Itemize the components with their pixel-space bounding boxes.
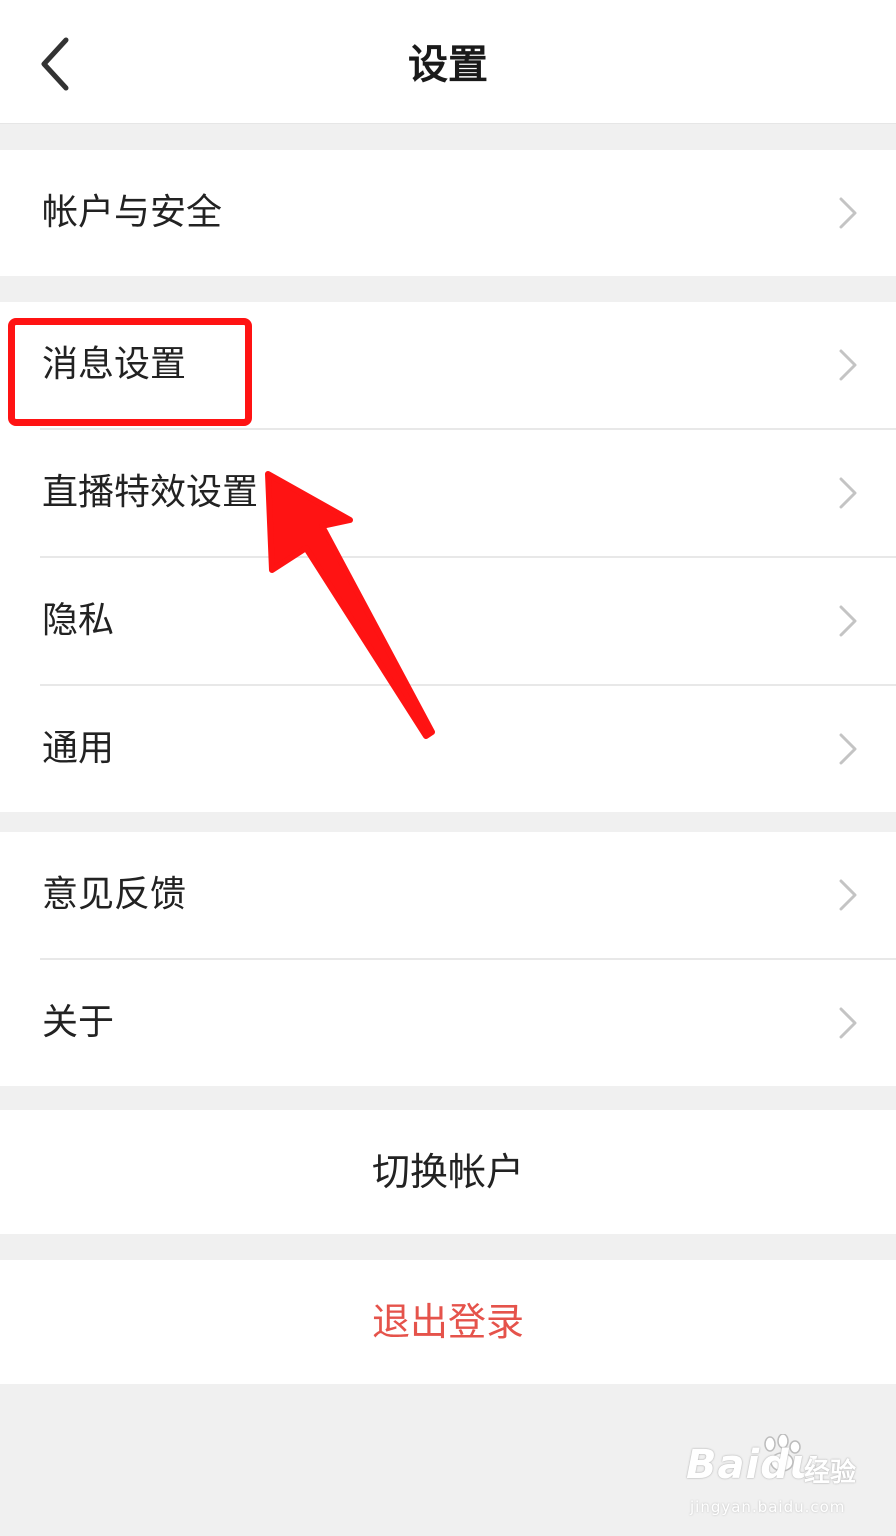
switch-account-label: 切换帐户 <box>371 1150 524 1194</box>
settings-item-label: 意见反馈 <box>42 874 187 915</box>
nav-header: 设置 <box>0 0 896 124</box>
settings-item-feedback[interactable]: 意见反馈 <box>0 832 896 958</box>
logout-button[interactable]: 退出登录 <box>0 1260 896 1384</box>
settings-item-label: 隐私 <box>42 600 115 641</box>
settings-item-about[interactable]: 关于 <box>0 960 896 1086</box>
settings-item-message-settings[interactable]: 消息设置 <box>0 302 896 428</box>
settings-item-privacy[interactable]: 隐私 <box>0 558 896 684</box>
chevron-right-icon <box>839 349 857 381</box>
settings-item-account-security[interactable]: 帐户与安全 <box>0 150 896 276</box>
watermark-url: jingyan.baidu.com <box>690 1498 846 1516</box>
logout-label: 退出登录 <box>371 1300 524 1344</box>
settings-group-support: 意见反馈 关于 <box>0 832 896 1086</box>
chevron-right-icon <box>839 477 857 509</box>
chevron-right-icon <box>839 879 857 911</box>
page-title: 设置 <box>408 42 488 88</box>
chevron-right-icon <box>839 1007 857 1039</box>
chevron-right-icon <box>839 197 857 229</box>
settings-item-label: 关于 <box>42 1002 115 1043</box>
settings-item-general[interactable]: 通用 <box>0 686 896 812</box>
watermark-brand: Baidu <box>686 1442 820 1488</box>
settings-group-main: 消息设置 直播特效设置 隐私 通用 <box>0 302 896 812</box>
settings-item-label: 帐户与安全 <box>42 192 223 233</box>
settings-item-label: 消息设置 <box>42 344 187 385</box>
settings-item-label: 直播特效设置 <box>42 472 259 513</box>
settings-group-account: 帐户与安全 <box>0 150 896 276</box>
chevron-right-icon <box>839 733 857 765</box>
chevron-right-icon <box>839 605 857 637</box>
settings-item-live-effects[interactable]: 直播特效设置 <box>0 430 896 556</box>
watermark: Baidu 经验 jingyan.baidu.com <box>680 1434 870 1526</box>
watermark-suffix: 经验 <box>804 1458 857 1488</box>
settings-item-label: 通用 <box>42 728 115 769</box>
switch-account-button[interactable]: 切换帐户 <box>0 1110 896 1234</box>
